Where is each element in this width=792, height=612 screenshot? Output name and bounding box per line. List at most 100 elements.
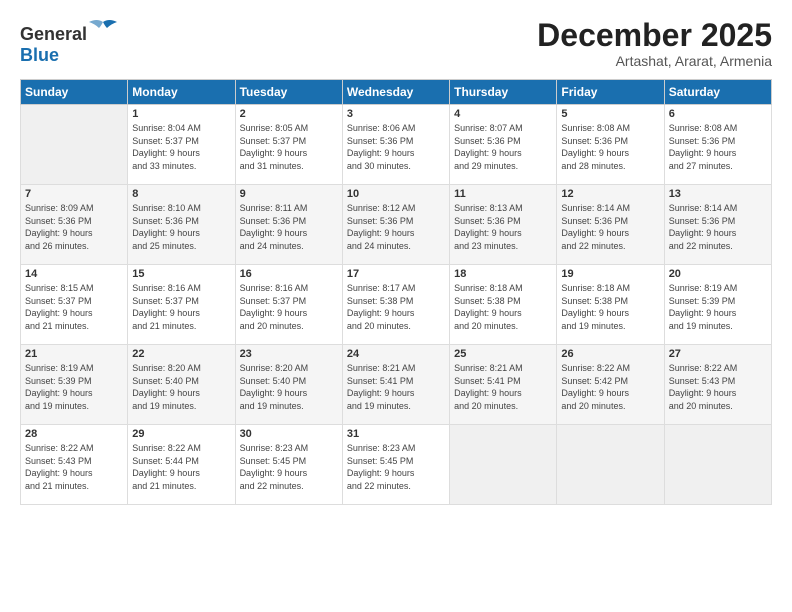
header: General Blue December 2025 Artashat, Ara…: [20, 18, 772, 69]
logo-general: General: [20, 24, 87, 44]
day-info: Sunrise: 8:13 AM Sunset: 5:36 PM Dayligh…: [454, 202, 552, 252]
cell-w4-d1: 22Sunrise: 8:20 AM Sunset: 5:40 PM Dayli…: [128, 345, 235, 425]
day-info: Sunrise: 8:23 AM Sunset: 5:45 PM Dayligh…: [240, 442, 338, 492]
cell-w5-d3: 31 Sunrise: 8:23 AM Sunset: 5:45 PM Dayli…: [342, 425, 449, 505]
day-info: Sunrise: 8:14 AM Sunset: 5:36 PM Dayligh…: [669, 202, 767, 252]
day-info: Sunrise: 8:20 AM Sunset: 5:40 PM Dayligh…: [240, 362, 338, 412]
header-sunday: Sunday: [21, 80, 128, 105]
day-number: 18: [454, 268, 552, 280]
week-row-5: 28 Sunrise: 8:22 AM Sunset: 5:43 PM Dayli…: [21, 425, 772, 505]
day-info: Sunrise: 8:14 AM Sunset: 5:36 PM Dayligh…: [561, 202, 659, 252]
day-info: Sunrise: 8:15 AM Sunset: 5:37 PM Dayligh…: [25, 282, 123, 332]
month-title: December 2025: [537, 18, 772, 53]
day-info: Sunrise: 8:18 AM Sunset: 5:38 PM Dayligh…: [561, 282, 659, 332]
logo-blue: Blue: [20, 45, 59, 65]
day-number: 7: [25, 188, 123, 200]
day-info: Sunrise: 8:16 AM Sunset: 5:37 PM Dayligh…: [240, 282, 338, 332]
cell-w1-d1: 1Sunrise: 8:04 AM Sunset: 5:37 PM Daylig…: [128, 105, 235, 185]
day-info: Sunrise: 8:18 AM Sunset: 5:38 PM Dayligh…: [454, 282, 552, 332]
cell-w3-d2: 16Sunrise: 8:16 AM Sunset: 5:37 PM Dayli…: [235, 265, 342, 345]
cell-w4-d0: 21 Sunrise: 8:19 AM Sunset: 5:39 PM Dayli…: [21, 345, 128, 425]
week-row-1: 1Sunrise: 8:04 AM Sunset: 5:37 PM Daylig…: [21, 105, 772, 185]
page-container: General Blue December 2025 Artashat, Ara…: [0, 0, 792, 515]
day-info: Sunrise: 8:22 AM Sunset: 5:43 PM Dayligh…: [669, 362, 767, 412]
day-number: 13: [669, 188, 767, 200]
cell-w3-d3: 17Sunrise: 8:17 AM Sunset: 5:38 PM Dayli…: [342, 265, 449, 345]
header-saturday: Saturday: [664, 80, 771, 105]
cell-w3-d4: 18 Sunrise: 8:18 AM Sunset: 5:38 PM Dayli…: [450, 265, 557, 345]
day-number: 10: [347, 188, 445, 200]
day-info: Sunrise: 8:11 AM Sunset: 5:36 PM Dayligh…: [240, 202, 338, 252]
cell-w5-d6: [664, 425, 771, 505]
day-info: Sunrise: 8:07 AM Sunset: 5:36 PM Dayligh…: [454, 122, 552, 172]
day-number: 8: [132, 188, 230, 200]
cell-w5-d1: 29 Sunrise: 8:22 AM Sunset: 5:44 PM Dayli…: [128, 425, 235, 505]
cell-w5-d5: [557, 425, 664, 505]
cell-w4-d4: 25 Sunrise: 8:21 AM Sunset: 5:41 PM Dayli…: [450, 345, 557, 425]
cell-w3-d5: 19 Sunrise: 8:18 AM Sunset: 5:38 PM Dayli…: [557, 265, 664, 345]
cell-w5-d2: 30Sunrise: 8:23 AM Sunset: 5:45 PM Dayli…: [235, 425, 342, 505]
day-number: 2: [240, 108, 338, 120]
day-number: 9: [240, 188, 338, 200]
day-info: Sunrise: 8:08 AM Sunset: 5:36 PM Dayligh…: [561, 122, 659, 172]
cell-w4-d6: 27 Sunrise: 8:22 AM Sunset: 5:43 PM Dayli…: [664, 345, 771, 425]
cell-w3-d1: 15 Sunrise: 8:16 AM Sunset: 5:37 PM Dayli…: [128, 265, 235, 345]
day-number: 23: [240, 348, 338, 360]
day-info: Sunrise: 8:21 AM Sunset: 5:41 PM Dayligh…: [347, 362, 445, 412]
week-row-3: 14 Sunrise: 8:15 AM Sunset: 5:37 PM Dayli…: [21, 265, 772, 345]
day-number: 21: [25, 348, 123, 360]
day-info: Sunrise: 8:21 AM Sunset: 5:41 PM Dayligh…: [454, 362, 552, 412]
cell-w4-d2: 23 Sunrise: 8:20 AM Sunset: 5:40 PM Dayli…: [235, 345, 342, 425]
day-number: 25: [454, 348, 552, 360]
cell-w1-d6: 6 Sunrise: 8:08 AM Sunset: 5:36 PM Daylig…: [664, 105, 771, 185]
cell-w3-d0: 14 Sunrise: 8:15 AM Sunset: 5:37 PM Dayli…: [21, 265, 128, 345]
day-info: Sunrise: 8:09 AM Sunset: 5:36 PM Dayligh…: [25, 202, 123, 252]
day-number: 17: [347, 268, 445, 280]
day-info: Sunrise: 8:22 AM Sunset: 5:43 PM Dayligh…: [25, 442, 123, 492]
calendar-table: Sunday Monday Tuesday Wednesday Thursday…: [20, 79, 772, 505]
day-info: Sunrise: 8:16 AM Sunset: 5:37 PM Dayligh…: [132, 282, 230, 332]
week-row-2: 7 Sunrise: 8:09 AM Sunset: 5:36 PM Daylig…: [21, 185, 772, 265]
day-number: 5: [561, 108, 659, 120]
day-number: 3: [347, 108, 445, 120]
day-number: 26: [561, 348, 659, 360]
cell-w2-d4: 11Sunrise: 8:13 AM Sunset: 5:36 PM Dayli…: [450, 185, 557, 265]
cell-w1-d3: 3 Sunrise: 8:06 AM Sunset: 5:36 PM Daylig…: [342, 105, 449, 185]
day-info: Sunrise: 8:19 AM Sunset: 5:39 PM Dayligh…: [25, 362, 123, 412]
cell-w5-d4: [450, 425, 557, 505]
cell-w2-d6: 13 Sunrise: 8:14 AM Sunset: 5:36 PM Dayli…: [664, 185, 771, 265]
logo-bird-icon: [89, 18, 117, 40]
cell-w2-d2: 9 Sunrise: 8:11 AM Sunset: 5:36 PM Daylig…: [235, 185, 342, 265]
day-number: 27: [669, 348, 767, 360]
day-info: Sunrise: 8:05 AM Sunset: 5:37 PM Dayligh…: [240, 122, 338, 172]
day-info: Sunrise: 8:23 AM Sunset: 5:45 PM Dayligh…: [347, 442, 445, 492]
day-number: 14: [25, 268, 123, 280]
header-wednesday: Wednesday: [342, 80, 449, 105]
day-number: 15: [132, 268, 230, 280]
day-number: 31: [347, 428, 445, 440]
cell-w1-d2: 2 Sunrise: 8:05 AM Sunset: 5:37 PM Daylig…: [235, 105, 342, 185]
cell-w5-d0: 28 Sunrise: 8:22 AM Sunset: 5:43 PM Dayli…: [21, 425, 128, 505]
header-friday: Friday: [557, 80, 664, 105]
cell-w2-d3: 10Sunrise: 8:12 AM Sunset: 5:36 PM Dayli…: [342, 185, 449, 265]
logo: General Blue: [20, 18, 117, 66]
cell-w1-d4: 4Sunrise: 8:07 AM Sunset: 5:36 PM Daylig…: [450, 105, 557, 185]
day-info: Sunrise: 8:22 AM Sunset: 5:44 PM Dayligh…: [132, 442, 230, 492]
cell-w3-d6: 20Sunrise: 8:19 AM Sunset: 5:39 PM Dayli…: [664, 265, 771, 345]
cell-w2-d5: 12 Sunrise: 8:14 AM Sunset: 5:36 PM Dayli…: [557, 185, 664, 265]
cell-w4-d3: 24Sunrise: 8:21 AM Sunset: 5:41 PM Dayli…: [342, 345, 449, 425]
day-info: Sunrise: 8:06 AM Sunset: 5:36 PM Dayligh…: [347, 122, 445, 172]
day-info: Sunrise: 8:08 AM Sunset: 5:36 PM Dayligh…: [669, 122, 767, 172]
day-info: Sunrise: 8:20 AM Sunset: 5:40 PM Dayligh…: [132, 362, 230, 412]
day-number: 6: [669, 108, 767, 120]
day-info: Sunrise: 8:10 AM Sunset: 5:36 PM Dayligh…: [132, 202, 230, 252]
day-number: 12: [561, 188, 659, 200]
weekday-header-row: Sunday Monday Tuesday Wednesday Thursday…: [21, 80, 772, 105]
day-number: 29: [132, 428, 230, 440]
logo-text: General Blue: [20, 18, 117, 66]
cell-w2-d1: 8 Sunrise: 8:10 AM Sunset: 5:36 PM Daylig…: [128, 185, 235, 265]
day-number: 19: [561, 268, 659, 280]
day-number: 28: [25, 428, 123, 440]
day-info: Sunrise: 8:04 AM Sunset: 5:37 PM Dayligh…: [132, 122, 230, 172]
week-row-4: 21 Sunrise: 8:19 AM Sunset: 5:39 PM Dayli…: [21, 345, 772, 425]
